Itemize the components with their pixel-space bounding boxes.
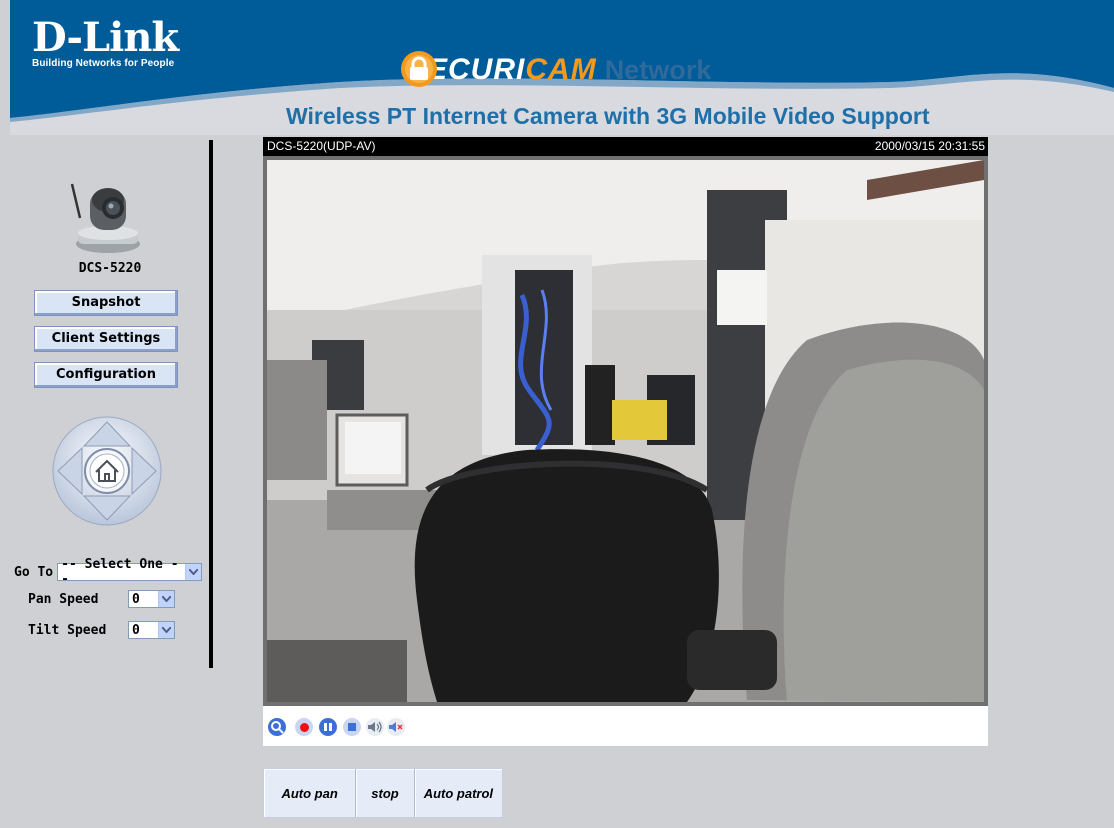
video-frame-image: [267, 160, 984, 702]
pan-speed-value: 0: [132, 591, 140, 607]
chevron-down-icon: [158, 591, 174, 607]
goto-select-value: -- Select One --: [61, 557, 179, 587]
tilt-speed-row: Tilt Speed 0: [28, 621, 175, 639]
pan-speed-label: Pan Speed: [28, 591, 99, 607]
client-settings-button[interactable]: Client Settings: [34, 326, 178, 352]
header-banner: D-Link Building Networks for People SECU…: [10, 0, 1114, 135]
zoom-in-icon[interactable]: [268, 718, 286, 736]
chevron-down-icon: [158, 622, 174, 638]
snapshot-button[interactable]: Snapshot: [34, 290, 178, 316]
goto-row: Go To -- Select One --: [14, 557, 203, 587]
video-controls-bar: [263, 706, 988, 746]
stop-patrol-button[interactable]: stop: [356, 769, 415, 817]
configuration-button[interactable]: Configuration: [34, 362, 178, 388]
ptz-control-pad[interactable]: [52, 416, 162, 526]
securicam-brand: SECURI CAM Network: [400, 50, 711, 90]
logo-main-text: D-Link: [32, 14, 179, 61]
stream-timestamp: 2000/03/15 20:31:55: [874, 139, 985, 153]
camera-product-image: [70, 183, 140, 253]
mute-icon[interactable]: [387, 718, 405, 736]
pause-icon[interactable]: [319, 718, 337, 736]
tilt-speed-label: Tilt Speed: [28, 622, 107, 638]
goto-preset-select[interactable]: -- Select One --: [57, 557, 203, 587]
record-icon[interactable]: [295, 718, 313, 736]
home-position-button[interactable]: [84, 448, 130, 494]
auto-patrol-button[interactable]: Auto patrol: [415, 769, 502, 817]
dlink-logo[interactable]: D-Link Building Networks for People: [32, 14, 179, 70]
goto-label: Go To: [14, 564, 54, 580]
live-video-view[interactable]: [263, 156, 988, 706]
page-subtitle: Wireless PT Internet Camera with 3G Mobi…: [286, 103, 930, 129]
tilt-speed-select[interactable]: 0: [128, 621, 175, 639]
speaker-icon[interactable]: [366, 718, 384, 736]
video-title-bar: DCS-5220(UDP-AV) 2000/03/15 20:31:55: [263, 137, 988, 156]
brand-cam-text: CAM: [525, 53, 597, 86]
logo-tagline: Building Networks for People: [32, 58, 175, 69]
pan-speed-select[interactable]: 0: [128, 590, 175, 608]
pan-speed-row: Pan Speed 0: [28, 590, 175, 608]
auto-pan-button[interactable]: Auto pan: [264, 769, 357, 817]
brand-network-text: Network: [604, 54, 712, 85]
stop-icon[interactable]: [343, 718, 361, 736]
chevron-down-icon: [185, 564, 202, 580]
lock-icon: [401, 51, 437, 87]
camera-model-label: DCS-5220: [78, 261, 142, 276]
patrol-button-group: Auto pan stop Auto patrol: [263, 768, 503, 818]
stream-name: DCS-5220(UDP-AV): [267, 139, 376, 153]
tilt-speed-value: 0: [132, 622, 140, 638]
sidebar-divider: [209, 140, 213, 668]
